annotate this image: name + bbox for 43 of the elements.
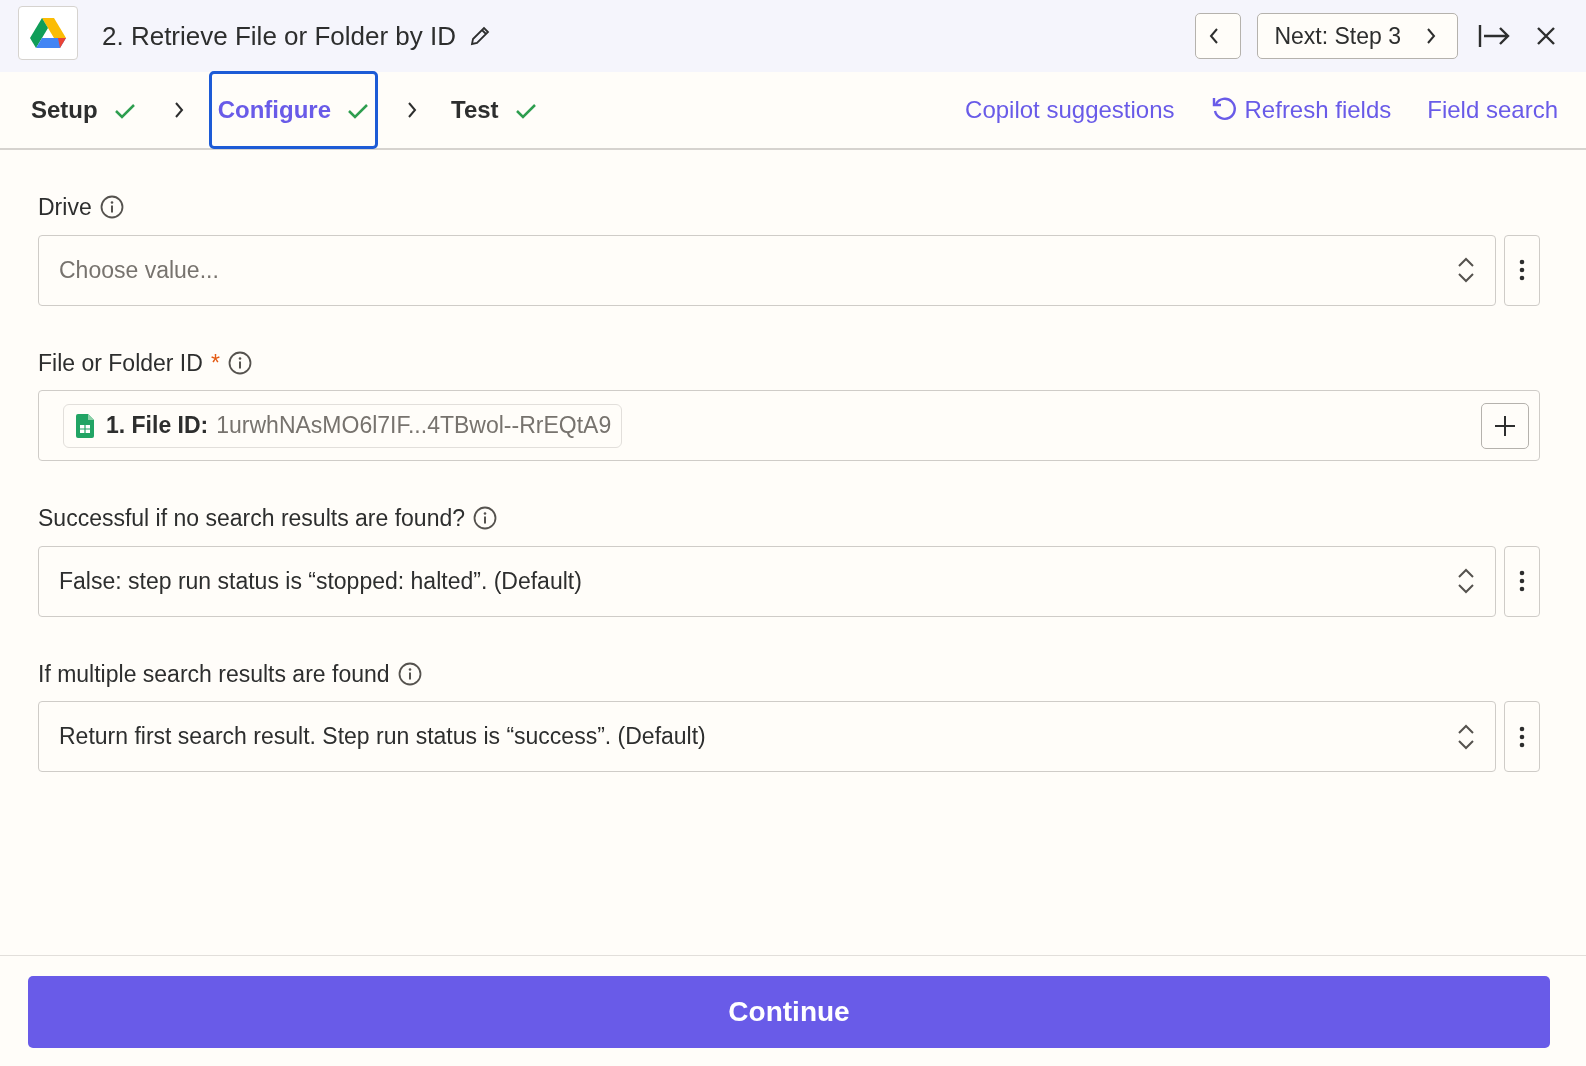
up-down-chevron-icon xyxy=(1457,567,1475,595)
info-icon xyxy=(227,350,252,375)
pencil-icon xyxy=(468,24,492,48)
chevron-left-icon xyxy=(1208,27,1221,45)
kebab-menu-icon xyxy=(1519,570,1525,592)
step-tab[interactable]: Setup xyxy=(22,71,145,149)
chevron-right-icon xyxy=(172,101,185,119)
action-link[interactable]: Field search xyxy=(1421,91,1564,129)
check-icon xyxy=(113,101,136,119)
up-down-chevron-icon xyxy=(1457,256,1475,284)
chevron-right-icon xyxy=(406,101,418,119)
check-icon xyxy=(347,101,369,119)
kebab-menu-icon xyxy=(1519,259,1525,281)
info-icon xyxy=(99,195,124,220)
kebab-menu-icon xyxy=(1519,725,1525,748)
continue-button[interactable]: Continue xyxy=(28,976,1550,1048)
field-label: If multiple search results are found xyxy=(38,659,390,689)
arrow-to-right-icon xyxy=(1478,23,1512,49)
check-icon xyxy=(514,101,537,119)
token-input-field[interactable]: 1. File ID: 1urwhNAsMO6l7IF...4TBwol--RrEQtA9 xyxy=(38,390,1540,461)
step-tab[interactable]: Configure xyxy=(208,71,378,149)
step-title: 2. Retrieve File or Folder by ID xyxy=(102,19,456,53)
spreadsheet-icon xyxy=(76,413,94,438)
up-down-chevron-icon xyxy=(1457,722,1475,751)
step-tab[interactable]: Test xyxy=(442,71,546,149)
drive-logo-icon xyxy=(30,17,66,49)
info-icon xyxy=(473,506,497,531)
close-icon xyxy=(1536,26,1556,46)
next-step-button[interactable]: Next: Step 3 xyxy=(1257,13,1458,59)
field-label: Successful if no search results are found? xyxy=(38,504,465,533)
data-token[interactable]: 1. File ID: 1urwhNAsMO6l7IF...4TBwol--RrEQtA9 xyxy=(63,403,623,448)
field-label: Drive xyxy=(38,193,92,222)
field-label: File or Folder ID xyxy=(38,348,203,378)
chevron-right-icon xyxy=(1425,27,1437,45)
action-link[interactable]: Refresh fields xyxy=(1204,91,1398,129)
select-field[interactable]: Choose value... xyxy=(38,234,1496,306)
select-field[interactable]: False: step run status is “stopped: halted”. (Default) xyxy=(38,545,1496,617)
info-icon xyxy=(397,661,422,686)
action-link[interactable]: Copilot suggestions xyxy=(959,91,1181,129)
required-mark: * xyxy=(210,348,220,378)
select-field[interactable]: Return first search result. Step run status is “success”. (Default) xyxy=(38,701,1496,772)
plus-icon xyxy=(1494,414,1516,437)
add-button[interactable] xyxy=(1481,402,1529,449)
